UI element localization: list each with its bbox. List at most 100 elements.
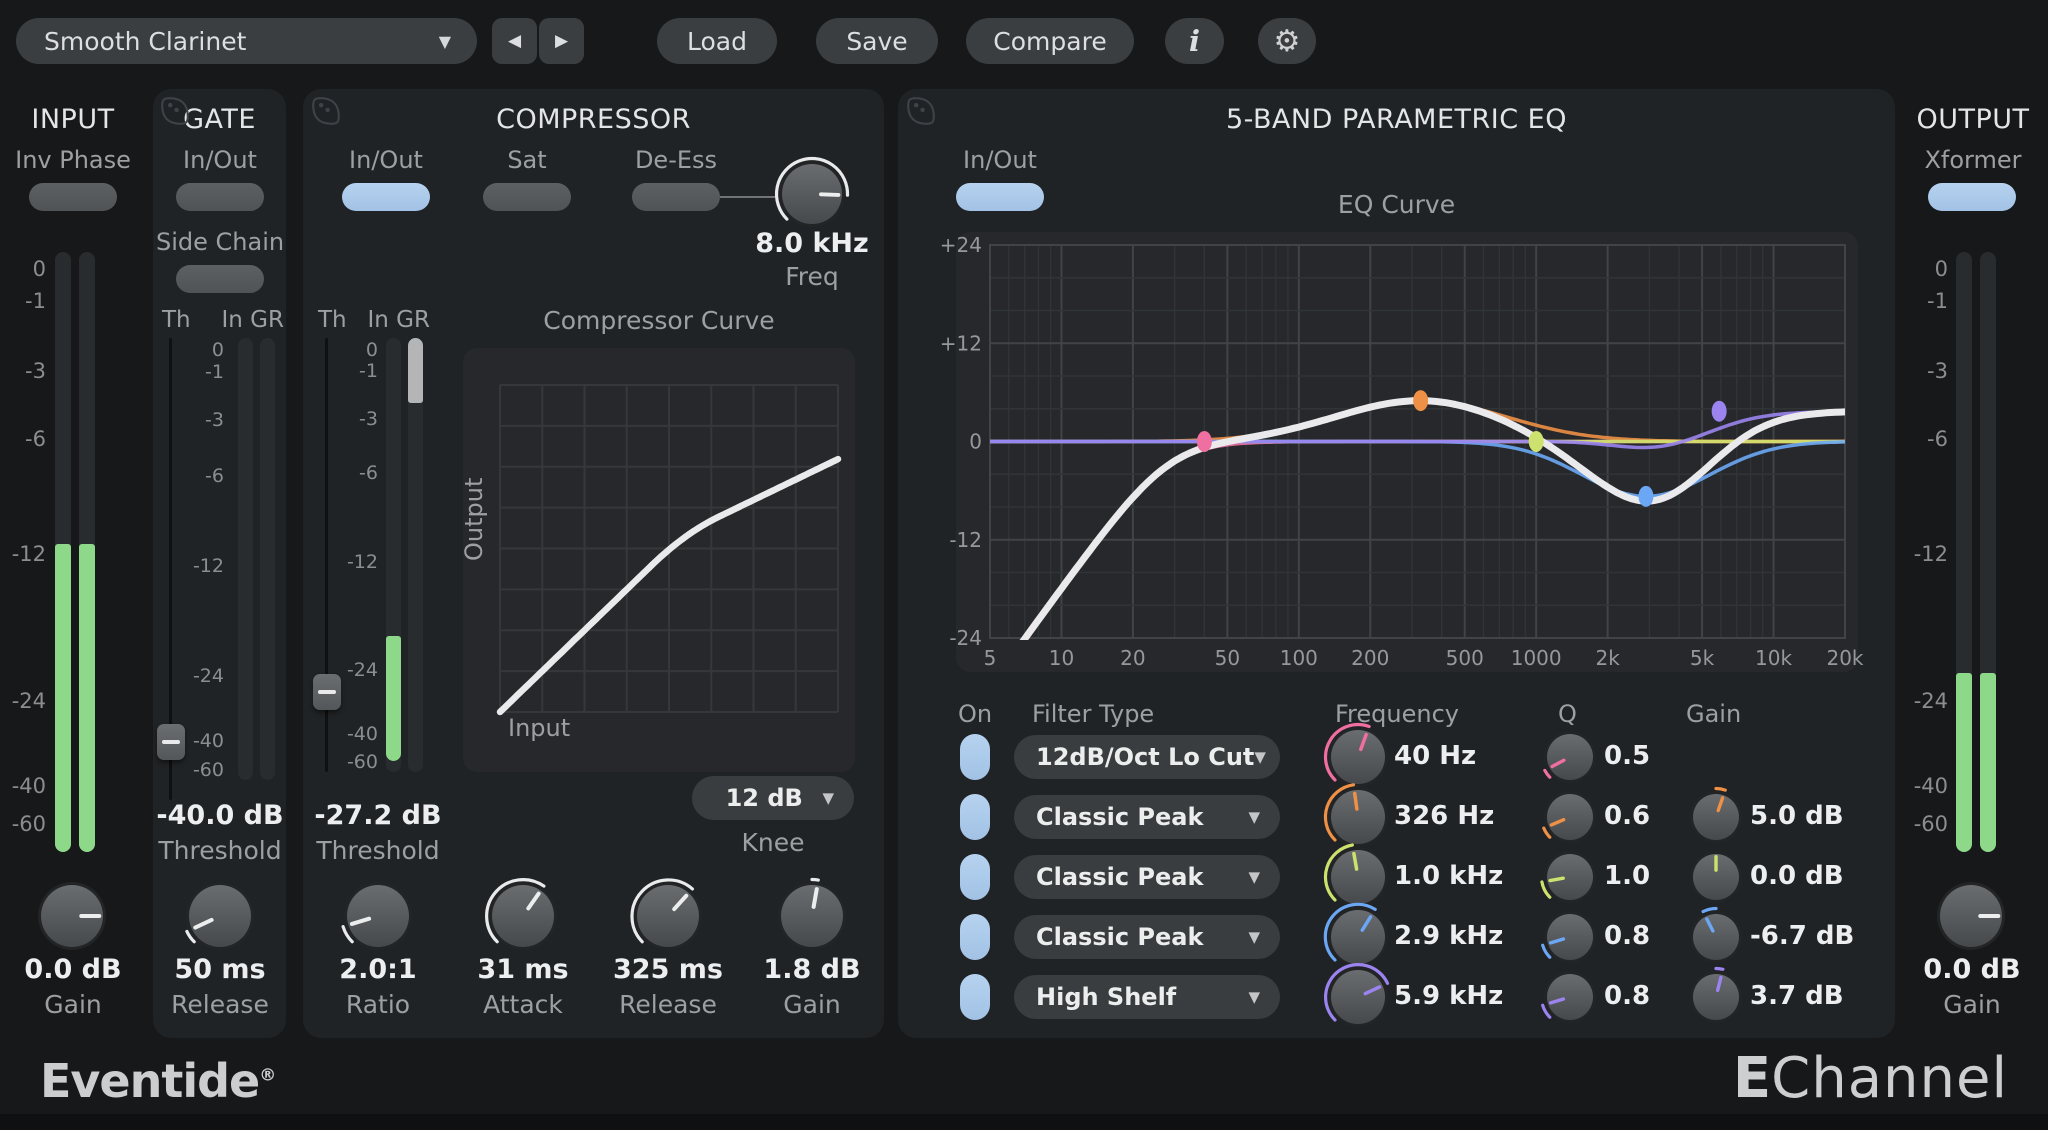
eq-band-1-filter-type-select[interactable]: 12dB/Oct Lo Cut▼ (1014, 735, 1280, 779)
output-meter-scale-label: 0 (1888, 257, 1948, 281)
deess-connector-line (720, 196, 775, 198)
eq-band-3-gain-knob[interactable] (1684, 845, 1748, 909)
compressor-title: COMPRESSOR (303, 104, 884, 135)
input-phase-label: Inv Phase (0, 146, 146, 174)
knee-select[interactable]: 12 dB ▼ (692, 776, 854, 820)
settings-button[interactable]: ⚙ (1258, 18, 1316, 64)
gate-sidechain-toggle[interactable] (176, 265, 264, 293)
eventide-logo: Eventide® (40, 1054, 275, 1108)
load-button[interactable]: Load (657, 18, 777, 64)
eq-x-tick: 10k (1755, 646, 1792, 670)
eq-x-tick: 20 (1120, 646, 1145, 670)
comp-attack-knob[interactable] (483, 876, 563, 956)
comp-meter-scale-label: -3 (318, 408, 378, 430)
eq-band-4-q-knob[interactable] (1538, 905, 1602, 969)
gate-inout-label: In/Out (162, 146, 278, 174)
eq-band-5-q-knob[interactable] (1538, 965, 1602, 1029)
info-button[interactable]: i (1165, 18, 1224, 64)
comp-meter-scale-label: -24 (318, 659, 378, 681)
comp-meter-scale-label: -1 (318, 360, 378, 382)
compressor-curve-graph (463, 348, 855, 772)
eq-band-1-enable-toggle[interactable] (960, 734, 990, 780)
comp-gain-label: Gain (742, 990, 882, 1019)
gate-threshold-label: Threshold (150, 836, 290, 865)
comp-deess-toggle[interactable] (632, 183, 720, 211)
eq-y-tick: -12 (949, 528, 982, 552)
gate-meter-scale-label: -12 (164, 555, 224, 577)
eq-band-3-frequency-value: 1.0 kHz (1394, 861, 1544, 891)
input-meter-scale-label: -3 (0, 359, 46, 383)
eq-band-4-enable-toggle[interactable] (960, 914, 990, 960)
gate-inout-toggle[interactable] (176, 183, 264, 211)
deess-freq-knob[interactable] (773, 155, 851, 233)
eq-band-2-handle[interactable] (1413, 390, 1428, 411)
eq-band-2-frequency-value: 326 Hz (1394, 801, 1544, 831)
eq-band-2-filter-type-select[interactable]: Classic Peak▼ (1014, 795, 1280, 839)
info-icon: i (1189, 24, 1200, 58)
eq-x-tick: 10 (1049, 646, 1074, 670)
compare-button[interactable]: Compare (966, 18, 1134, 64)
output-meter-scale-label: -3 (1888, 359, 1948, 383)
gate-meter-bar (238, 338, 253, 780)
chevron-down-icon: ▼ (1248, 868, 1280, 886)
eq-band-5-gain-knob[interactable] (1684, 965, 1748, 1029)
eq-band-3-gain-value: 0.0 dB (1750, 861, 1900, 891)
deess-freq-label: Freq (752, 262, 872, 291)
chevron-down-icon: ▼ (439, 32, 477, 51)
output-xformer-toggle[interactable] (1928, 183, 2016, 211)
input-gain-value: 0.0 dB (2, 954, 144, 985)
comp-inout-toggle[interactable] (342, 183, 430, 211)
input-meter-scale-label: -1 (0, 289, 46, 313)
input-gain-label: Gain (2, 990, 144, 1019)
output-gain-knob[interactable] (1931, 876, 2011, 956)
input-meter-fill (79, 544, 95, 852)
eq-band-5-enable-toggle[interactable] (960, 974, 990, 1020)
eq-band-1-q-knob[interactable] (1538, 725, 1602, 789)
gate-meter-scale-label: -1 (164, 361, 224, 383)
eq-band-4-frequency-value: 2.9 kHz (1394, 921, 1544, 951)
chevron-down-icon: ▼ (1248, 808, 1280, 826)
eq-band-4-gain-knob[interactable] (1684, 905, 1748, 969)
eq-band-1-q-value: 0.5 (1604, 741, 1684, 771)
input-meter-scale-label: 0 (0, 257, 46, 281)
input-inv-phase-toggle[interactable] (29, 183, 117, 211)
eq-band-3-filter-type-select[interactable]: Classic Peak▼ (1014, 855, 1280, 899)
input-gain-knob[interactable] (32, 876, 112, 956)
eq-band-3-q-knob[interactable] (1538, 845, 1602, 909)
eq-band-3-handle[interactable] (1529, 431, 1544, 452)
eq-band-2-gain-knob[interactable] (1684, 785, 1748, 849)
eq-y-tick: 0 (969, 430, 982, 454)
comp-ingr-label: In GR (350, 307, 430, 333)
comp-sat-toggle[interactable] (483, 183, 571, 211)
preset-selector[interactable]: Smooth Clarinet ▼ (16, 18, 477, 64)
preset-next-button[interactable]: ▶ (539, 18, 584, 64)
chevron-down-icon: ▼ (1254, 748, 1286, 766)
eq-leaf-icon (905, 95, 937, 127)
save-button[interactable]: Save (816, 18, 938, 64)
input-meter-fill (55, 544, 71, 852)
comp-threshold-value: -27.2 dB (303, 800, 453, 831)
comp-release-knob[interactable] (628, 876, 708, 956)
comp-gain-knob[interactable] (772, 876, 852, 956)
comp-meter-fill (408, 338, 423, 403)
eq-band-2-gain-value: 5.0 dB (1750, 801, 1900, 831)
eq-header-on: On (945, 700, 1005, 728)
eq-band-1-handle[interactable] (1197, 431, 1212, 452)
knee-value: 12 dB (692, 784, 822, 812)
comp-attack-label: Attack (453, 990, 593, 1019)
comp-ratio-knob[interactable] (338, 876, 418, 956)
eq-curve-graph: +24+120-12-24510205010020050010002k5k10k… (956, 232, 1858, 672)
gate-release-knob[interactable] (180, 876, 260, 956)
eq-band-5-frequency-knob[interactable] (1322, 961, 1394, 1033)
preset-prev-button[interactable]: ◀ (492, 18, 537, 64)
eq-band-5-filter-type-select[interactable]: High Shelf▼ (1014, 975, 1280, 1019)
eq-band-2-q-knob[interactable] (1538, 785, 1602, 849)
eq-band-4-filter-type-select[interactable]: Classic Peak▼ (1014, 915, 1280, 959)
comp-meter-scale-label: -12 (318, 551, 378, 573)
eq-band-2-enable-toggle[interactable] (960, 794, 990, 840)
output-gain-value: 0.0 dB (1901, 954, 2043, 985)
eq-band-3-enable-toggle[interactable] (960, 854, 990, 900)
output-meter-scale-label: -24 (1888, 689, 1948, 713)
eq-band-5-handle[interactable] (1712, 401, 1727, 422)
eq-band-4-handle[interactable] (1638, 486, 1653, 507)
